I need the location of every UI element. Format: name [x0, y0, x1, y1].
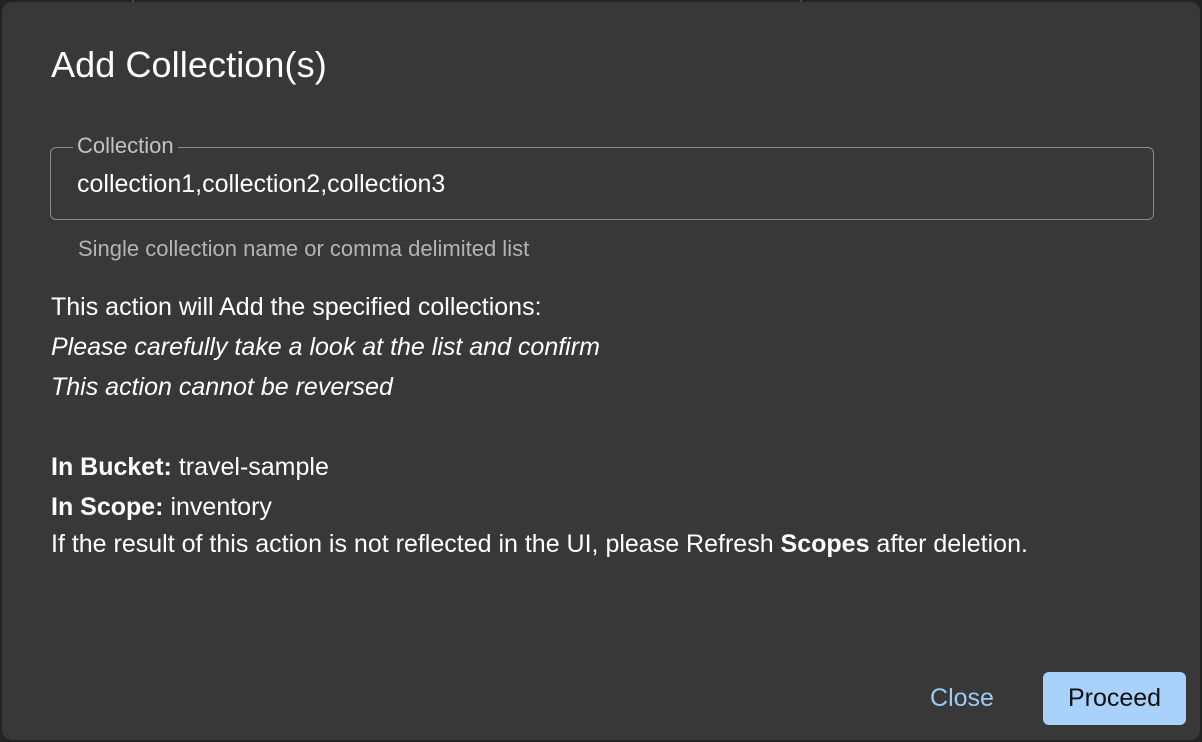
refresh-note-text: If the result of this action is not refl…: [51, 530, 781, 558]
collection-field[interactable]: Collection: [50, 133, 1154, 220]
confirm-instruction: Please carefully take a look at the list…: [51, 333, 600, 361]
irreversible-warning: This action cannot be reversed: [51, 373, 393, 401]
action-description: This action will Add the specified colle…: [51, 293, 542, 321]
collection-input[interactable]: [77, 168, 1117, 200]
bucket-value: travel-sample: [178, 453, 329, 481]
refresh-note-scopes: Scopes: [780, 530, 870, 558]
collection-helper-text: Single collection name or comma delimite…: [78, 236, 530, 261]
refresh-note: If the result of this action is not refl…: [51, 524, 1111, 564]
proceed-button[interactable]: Proceed: [1043, 672, 1186, 725]
scope-line: In Scope: inventory: [51, 487, 272, 527]
scope-label: In Scope:: [51, 493, 164, 521]
dialog-title: Add Collection(s): [51, 44, 327, 85]
bucket-label: In Bucket:: [51, 453, 172, 481]
scope-value: inventory: [170, 493, 272, 521]
bucket-line: In Bucket: travel-sample: [51, 447, 329, 487]
add-collections-dialog: Add Collection(s) Collection Single coll…: [2, 2, 1200, 740]
collection-field-label: Collection: [73, 133, 178, 159]
close-button[interactable]: Close: [918, 674, 1006, 722]
refresh-note-text-end: after deletion.: [869, 530, 1028, 558]
